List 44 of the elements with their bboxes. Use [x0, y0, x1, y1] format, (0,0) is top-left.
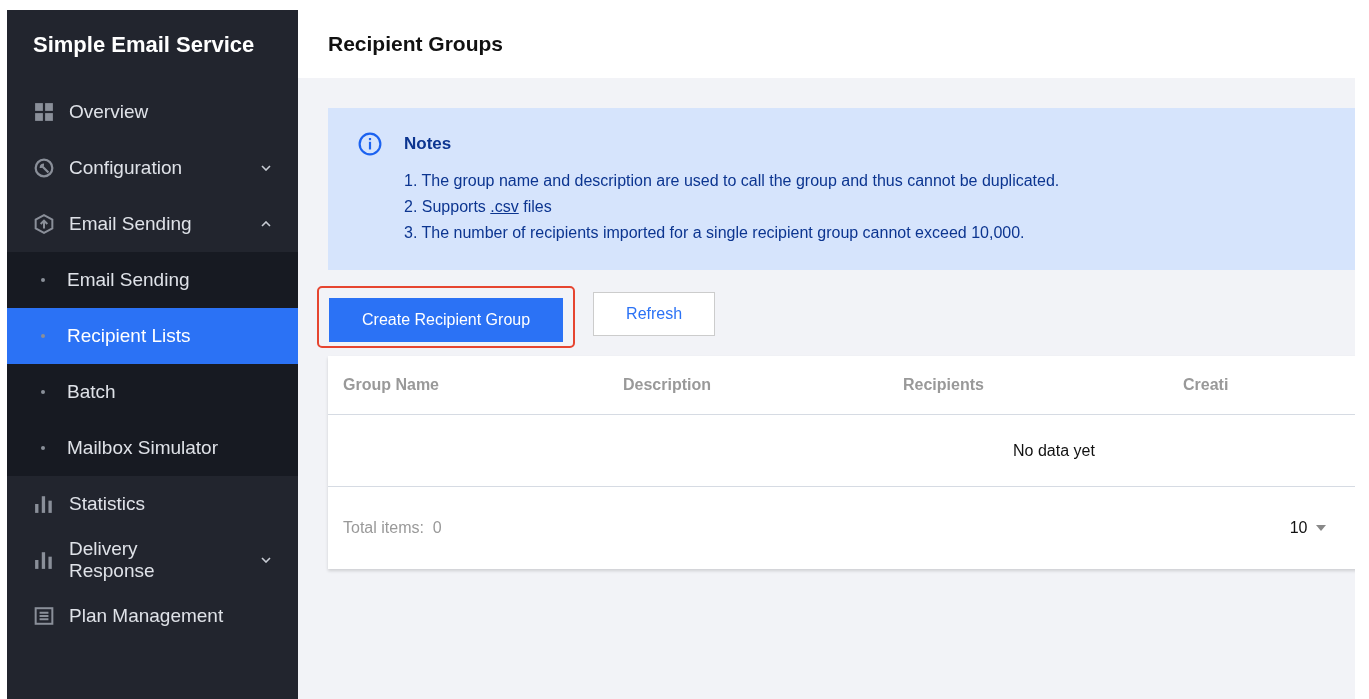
note-line: 1. The group name and description are used to call the group and thus cannot be duplicated.: [404, 171, 1060, 191]
submenu-item[interactable]: Email Sending: [7, 252, 298, 308]
empty-message: No data yet: [1013, 441, 1095, 460]
wrench-icon: [34, 158, 54, 178]
total-items: Total items: 0: [343, 519, 442, 537]
submenu-item[interactable]: Batch: [7, 364, 298, 420]
nav-label: Overview: [69, 101, 150, 123]
nav-label: Configuration: [69, 157, 184, 179]
nav-item[interactable]: Configuration: [7, 140, 298, 196]
submenu-label: Email Sending: [67, 269, 190, 291]
create-button[interactable]: Create Recipient Group: [329, 298, 564, 342]
product-title: Simple Email Service: [32, 31, 256, 59]
refresh-button[interactable]: Refresh: [593, 292, 716, 336]
nav-item[interactable]: Statistics: [7, 476, 298, 532]
info-icon: [358, 132, 382, 156]
note-line: 3. The number of recipients imported for a single recipient group cannot exceed 10,000.: [404, 223, 1026, 243]
document-icon: [34, 606, 54, 626]
column-header: Recipients: [903, 376, 984, 393]
column-header: Creati: [1183, 376, 1229, 393]
submenu-item[interactable]: Recipient Lists: [7, 308, 298, 364]
bar-chart-icon: [34, 550, 54, 570]
submenu-label: Batch: [67, 381, 116, 403]
column-header: Description: [623, 376, 711, 393]
column-header: Group Name: [343, 376, 439, 393]
caret-icon: [1315, 525, 1326, 531]
nav-item[interactable]: Delivery Response: [7, 532, 298, 588]
nav-item[interactable]: Overview: [7, 84, 298, 140]
nav-label: Statistics: [69, 493, 147, 515]
bar-chart-icon: [34, 494, 54, 514]
submenu-label: Recipient Lists: [67, 325, 191, 347]
page-title: Recipient Groups: [328, 32, 504, 56]
nav-label: Email Sending: [69, 213, 193, 235]
notes-title: Notes: [404, 134, 453, 154]
csv-link[interactable]: .csv: [490, 198, 519, 215]
note-line: 2. Supports .csv files: [404, 197, 553, 217]
page-size-select[interactable]: 10: [1289, 519, 1326, 537]
nav-item[interactable]: Plan Management: [7, 588, 298, 644]
submenu-item[interactable]: Mailbox Simulator: [7, 420, 298, 476]
nav-label: Delivery Response: [69, 538, 156, 582]
grid-icon: [34, 102, 54, 122]
nav-item[interactable]: Email Sending: [7, 196, 298, 252]
submenu-label: Mailbox Simulator: [67, 437, 218, 459]
nav-label: Plan Management: [69, 605, 225, 627]
upload-icon: [34, 214, 54, 234]
